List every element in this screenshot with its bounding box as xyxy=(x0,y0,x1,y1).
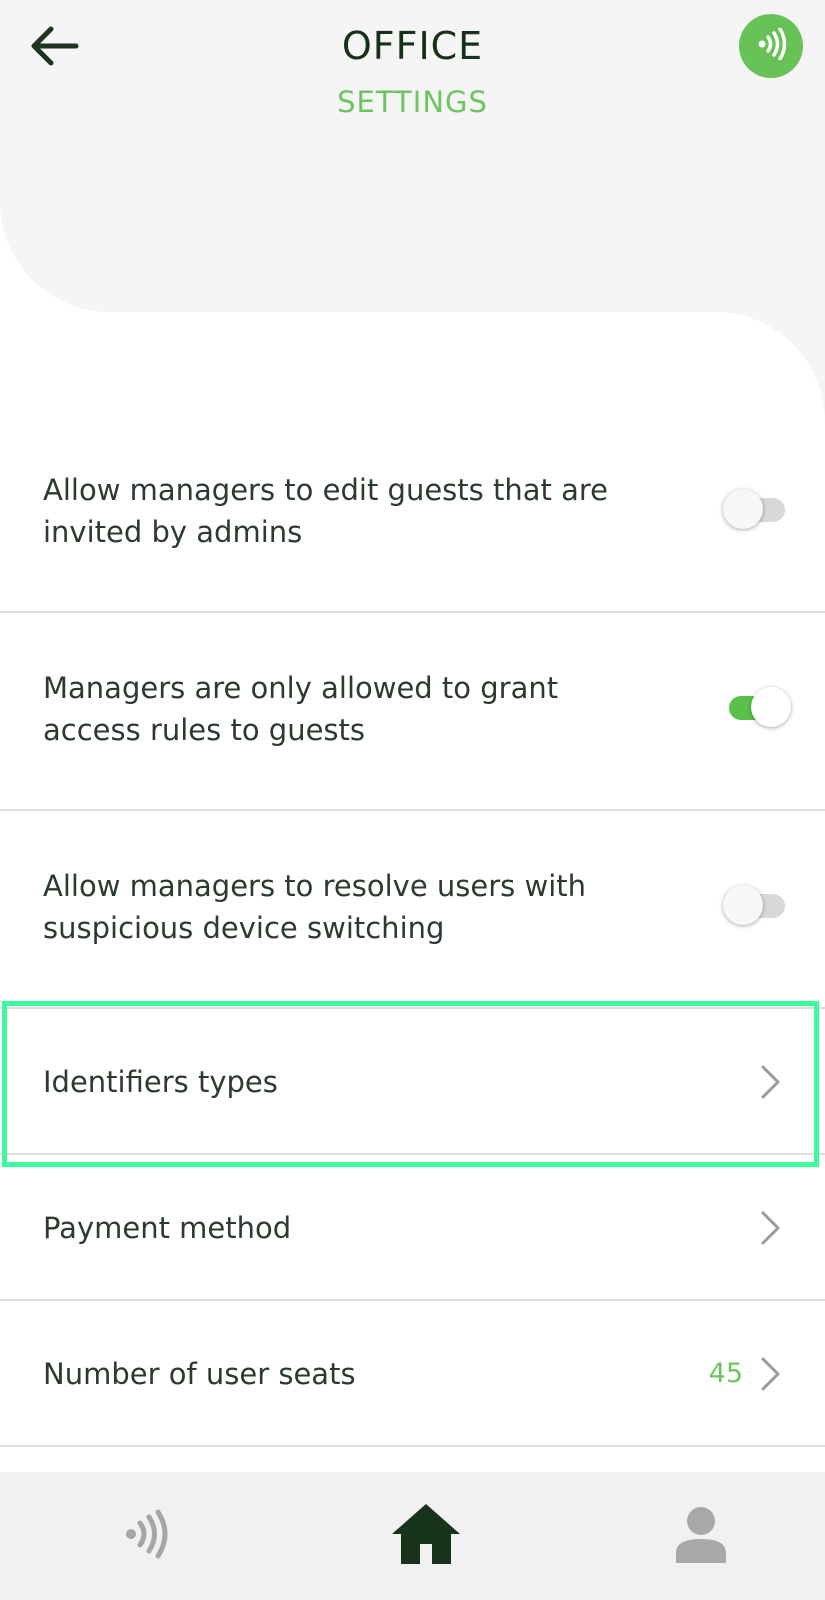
nav-nfc[interactable] xyxy=(86,1472,206,1600)
grant-access-toggle[interactable] xyxy=(723,687,791,727)
setting-label: Number of user seats xyxy=(43,1357,356,1391)
toggle-knob xyxy=(723,885,763,925)
setting-row-grant-access: Managers are only allowed to grant acces… xyxy=(0,613,825,811)
setting-label: Allow managers to edit guests that are i… xyxy=(43,473,608,549)
nfc-button[interactable] xyxy=(739,14,803,78)
nav-profile[interactable] xyxy=(641,1472,761,1600)
user-icon xyxy=(674,1505,728,1567)
chevron-right-icon[interactable] xyxy=(755,1061,785,1103)
chevron-right-icon[interactable] xyxy=(755,1353,785,1395)
toggle-knob xyxy=(751,687,791,727)
nav-home[interactable] xyxy=(366,1472,486,1600)
chevron-right-icon[interactable] xyxy=(755,1207,785,1249)
setting-label: Managers are only allowed to grant acces… xyxy=(43,671,559,747)
nfc-signal-icon xyxy=(121,1509,171,1563)
home-icon xyxy=(390,1502,462,1570)
page-title: OFFICE xyxy=(341,24,484,68)
device-switching-toggle[interactable] xyxy=(723,885,785,925)
setting-label: Allow managers to resolve users with sus… xyxy=(43,869,586,945)
page-subtitle: SETTINGS xyxy=(337,85,488,119)
user-seats-value: 45 xyxy=(708,1358,743,1389)
identifiers-types-item[interactable]: Identifiers types xyxy=(0,1009,825,1155)
payment-method-item[interactable]: Payment method xyxy=(0,1155,825,1301)
toggle-knob xyxy=(723,489,763,529)
user-seats-item[interactable]: Number of user seats 45 xyxy=(0,1301,825,1447)
nfc-signal-icon xyxy=(753,27,789,64)
settings-list: Allow managers to edit guests that are i… xyxy=(0,415,825,1447)
edit-guests-toggle[interactable] xyxy=(723,489,785,529)
bottom-navigation xyxy=(0,1472,825,1600)
setting-row-edit-guests: Allow managers to edit guests that are i… xyxy=(0,415,825,613)
setting-label: Identifiers types xyxy=(43,1065,278,1099)
setting-label: Payment method xyxy=(43,1211,292,1245)
setting-row-device-switching: Allow managers to resolve users with sus… xyxy=(0,811,825,1009)
